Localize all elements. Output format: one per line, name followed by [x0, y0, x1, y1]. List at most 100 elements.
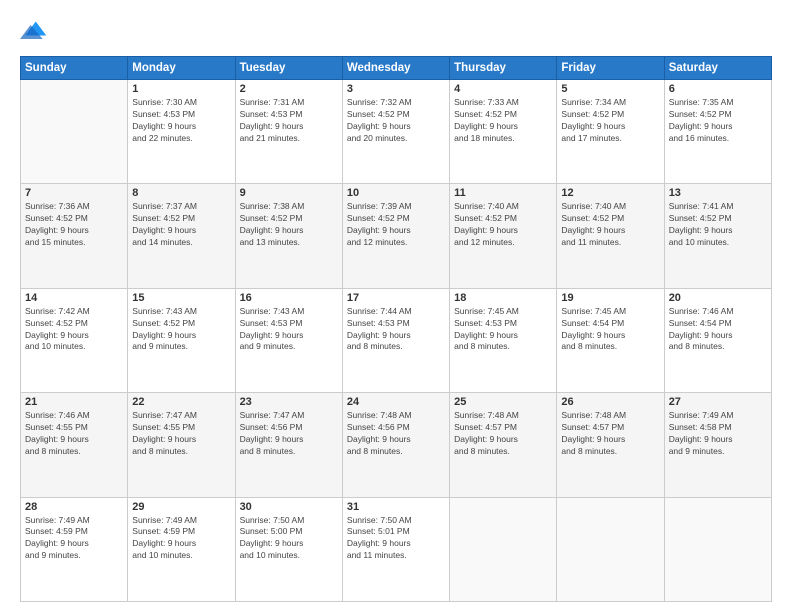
calendar-cell: 13Sunrise: 7:41 AM Sunset: 4:52 PM Dayli… [664, 184, 771, 288]
day-number: 27 [669, 396, 767, 408]
calendar-cell: 26 Sunrise: 7:48 AM Sunset: 4:57 PM Dayli… [557, 393, 664, 497]
weekday-header-thursday: Thursday [450, 57, 557, 80]
calendar-cell [21, 80, 128, 184]
calendar-week-row: 14 Sunrise: 7:42 AM Sunset: 4:52 PM Dayli… [21, 288, 772, 392]
calendar-table: SundayMondayTuesdayWednesdayThursdayFrid… [20, 56, 772, 602]
calendar-cell: 31Sunrise: 7:50 AM Sunset: 5:01 PM Dayli… [342, 497, 449, 601]
day-info: Sunrise: 7:43 AM Sunset: 4:53 PM Dayligh… [240, 306, 338, 354]
day-number: 7 [25, 187, 123, 199]
day-number: 9 [240, 187, 338, 199]
day-number: 5 [561, 83, 659, 95]
day-info: Sunrise: 7:37 AM Sunset: 4:52 PM Dayligh… [132, 201, 230, 249]
logo-icon [20, 18, 48, 46]
calendar-cell: 20 Sunrise: 7:46 AM Sunset: 4:54 PM Dayli… [664, 288, 771, 392]
day-number: 19 [561, 292, 659, 304]
calendar-cell: 10 Sunrise: 7:39 AM Sunset: 4:52 PM Dayli… [342, 184, 449, 288]
calendar-cell: 25 Sunrise: 7:48 AM Sunset: 4:57 PM Dayli… [450, 393, 557, 497]
calendar-cell: 29Sunrise: 7:49 AM Sunset: 4:59 PM Dayli… [128, 497, 235, 601]
header [20, 18, 772, 46]
day-info: Sunrise: 7:40 AM Sunset: 4:52 PM Dayligh… [454, 201, 552, 249]
day-info: Sunrise: 7:42 AM Sunset: 4:52 PM Dayligh… [25, 306, 123, 354]
calendar-cell [664, 497, 771, 601]
day-info: Sunrise: 7:43 AM Sunset: 4:52 PM Dayligh… [132, 306, 230, 354]
calendar-cell: 8 Sunrise: 7:37 AM Sunset: 4:52 PM Daylig… [128, 184, 235, 288]
day-info: Sunrise: 7:48 AM Sunset: 4:56 PM Dayligh… [347, 410, 445, 458]
calendar-cell: 18 Sunrise: 7:45 AM Sunset: 4:53 PM Dayli… [450, 288, 557, 392]
day-info: Sunrise: 7:39 AM Sunset: 4:52 PM Dayligh… [347, 201, 445, 249]
logo [20, 18, 52, 46]
weekday-header-friday: Friday [557, 57, 664, 80]
day-info: Sunrise: 7:46 AM Sunset: 4:55 PM Dayligh… [25, 410, 123, 458]
day-number: 2 [240, 83, 338, 95]
calendar-cell: 19 Sunrise: 7:45 AM Sunset: 4:54 PM Dayli… [557, 288, 664, 392]
day-number: 10 [347, 187, 445, 199]
calendar-cell: 12 Sunrise: 7:40 AM Sunset: 4:52 PM Dayli… [557, 184, 664, 288]
calendar-cell: 11Sunrise: 7:40 AM Sunset: 4:52 PM Dayli… [450, 184, 557, 288]
calendar-cell: 27 Sunrise: 7:49 AM Sunset: 4:58 PM Dayli… [664, 393, 771, 497]
weekday-header-row: SundayMondayTuesdayWednesdayThursdayFrid… [21, 57, 772, 80]
calendar-cell: 30 Sunrise: 7:50 AM Sunset: 5:00 PM Dayli… [235, 497, 342, 601]
day-info: Sunrise: 7:45 AM Sunset: 4:53 PM Dayligh… [454, 306, 552, 354]
calendar-cell [450, 497, 557, 601]
calendar-week-row: 1 Sunrise: 7:30 AM Sunset: 4:53 PM Daylig… [21, 80, 772, 184]
day-number: 26 [561, 396, 659, 408]
day-info: Sunrise: 7:30 AM Sunset: 4:53 PM Dayligh… [132, 97, 230, 145]
day-info: Sunrise: 7:50 AM Sunset: 5:00 PM Dayligh… [240, 515, 338, 563]
calendar-week-row: 21 Sunrise: 7:46 AM Sunset: 4:55 PM Dayli… [21, 393, 772, 497]
calendar-cell: 17Sunrise: 7:44 AM Sunset: 4:53 PM Dayli… [342, 288, 449, 392]
day-number: 21 [25, 396, 123, 408]
day-number: 15 [132, 292, 230, 304]
calendar-cell: 28 Sunrise: 7:49 AM Sunset: 4:59 PM Dayli… [21, 497, 128, 601]
day-number: 30 [240, 501, 338, 513]
day-number: 1 [132, 83, 230, 95]
calendar-cell: 24Sunrise: 7:48 AM Sunset: 4:56 PM Dayli… [342, 393, 449, 497]
day-info: Sunrise: 7:47 AM Sunset: 4:56 PM Dayligh… [240, 410, 338, 458]
calendar-cell: 15 Sunrise: 7:43 AM Sunset: 4:52 PM Dayli… [128, 288, 235, 392]
day-info: Sunrise: 7:48 AM Sunset: 4:57 PM Dayligh… [454, 410, 552, 458]
day-info: Sunrise: 7:48 AM Sunset: 4:57 PM Dayligh… [561, 410, 659, 458]
day-number: 8 [132, 187, 230, 199]
calendar-cell: 14 Sunrise: 7:42 AM Sunset: 4:52 PM Dayli… [21, 288, 128, 392]
calendar-cell: 2 Sunrise: 7:31 AM Sunset: 4:53 PM Daylig… [235, 80, 342, 184]
day-info: Sunrise: 7:33 AM Sunset: 4:52 PM Dayligh… [454, 97, 552, 145]
day-info: Sunrise: 7:40 AM Sunset: 4:52 PM Dayligh… [561, 201, 659, 249]
day-number: 25 [454, 396, 552, 408]
calendar-cell: 4 Sunrise: 7:33 AM Sunset: 4:52 PM Daylig… [450, 80, 557, 184]
day-info: Sunrise: 7:36 AM Sunset: 4:52 PM Dayligh… [25, 201, 123, 249]
calendar-cell: 1 Sunrise: 7:30 AM Sunset: 4:53 PM Daylig… [128, 80, 235, 184]
day-number: 31 [347, 501, 445, 513]
day-number: 6 [669, 83, 767, 95]
day-info: Sunrise: 7:46 AM Sunset: 4:54 PM Dayligh… [669, 306, 767, 354]
day-info: Sunrise: 7:41 AM Sunset: 4:52 PM Dayligh… [669, 201, 767, 249]
day-number: 28 [25, 501, 123, 513]
calendar-cell: 21 Sunrise: 7:46 AM Sunset: 4:55 PM Dayli… [21, 393, 128, 497]
day-number: 22 [132, 396, 230, 408]
calendar-cell: 23Sunrise: 7:47 AM Sunset: 4:56 PM Dayli… [235, 393, 342, 497]
day-info: Sunrise: 7:49 AM Sunset: 4:59 PM Dayligh… [25, 515, 123, 563]
page: SundayMondayTuesdayWednesdayThursdayFrid… [0, 0, 792, 612]
weekday-header-monday: Monday [128, 57, 235, 80]
day-info: Sunrise: 7:35 AM Sunset: 4:52 PM Dayligh… [669, 97, 767, 145]
calendar-week-row: 7 Sunrise: 7:36 AM Sunset: 4:52 PM Daylig… [21, 184, 772, 288]
calendar-cell: 9 Sunrise: 7:38 AM Sunset: 4:52 PM Daylig… [235, 184, 342, 288]
day-info: Sunrise: 7:31 AM Sunset: 4:53 PM Dayligh… [240, 97, 338, 145]
day-number: 12 [561, 187, 659, 199]
day-info: Sunrise: 7:38 AM Sunset: 4:52 PM Dayligh… [240, 201, 338, 249]
day-info: Sunrise: 7:45 AM Sunset: 4:54 PM Dayligh… [561, 306, 659, 354]
calendar-week-row: 28 Sunrise: 7:49 AM Sunset: 4:59 PM Dayli… [21, 497, 772, 601]
day-info: Sunrise: 7:47 AM Sunset: 4:55 PM Dayligh… [132, 410, 230, 458]
calendar-cell: 22 Sunrise: 7:47 AM Sunset: 4:55 PM Dayli… [128, 393, 235, 497]
day-info: Sunrise: 7:44 AM Sunset: 4:53 PM Dayligh… [347, 306, 445, 354]
day-info: Sunrise: 7:34 AM Sunset: 4:52 PM Dayligh… [561, 97, 659, 145]
day-number: 14 [25, 292, 123, 304]
weekday-header-wednesday: Wednesday [342, 57, 449, 80]
calendar-cell: 3Sunrise: 7:32 AM Sunset: 4:52 PM Daylig… [342, 80, 449, 184]
day-number: 4 [454, 83, 552, 95]
day-number: 3 [347, 83, 445, 95]
calendar-cell: 16Sunrise: 7:43 AM Sunset: 4:53 PM Dayli… [235, 288, 342, 392]
calendar-cell: 5 Sunrise: 7:34 AM Sunset: 4:52 PM Daylig… [557, 80, 664, 184]
day-number: 20 [669, 292, 767, 304]
day-info: Sunrise: 7:49 AM Sunset: 4:59 PM Dayligh… [132, 515, 230, 563]
day-info: Sunrise: 7:49 AM Sunset: 4:58 PM Dayligh… [669, 410, 767, 458]
day-number: 18 [454, 292, 552, 304]
